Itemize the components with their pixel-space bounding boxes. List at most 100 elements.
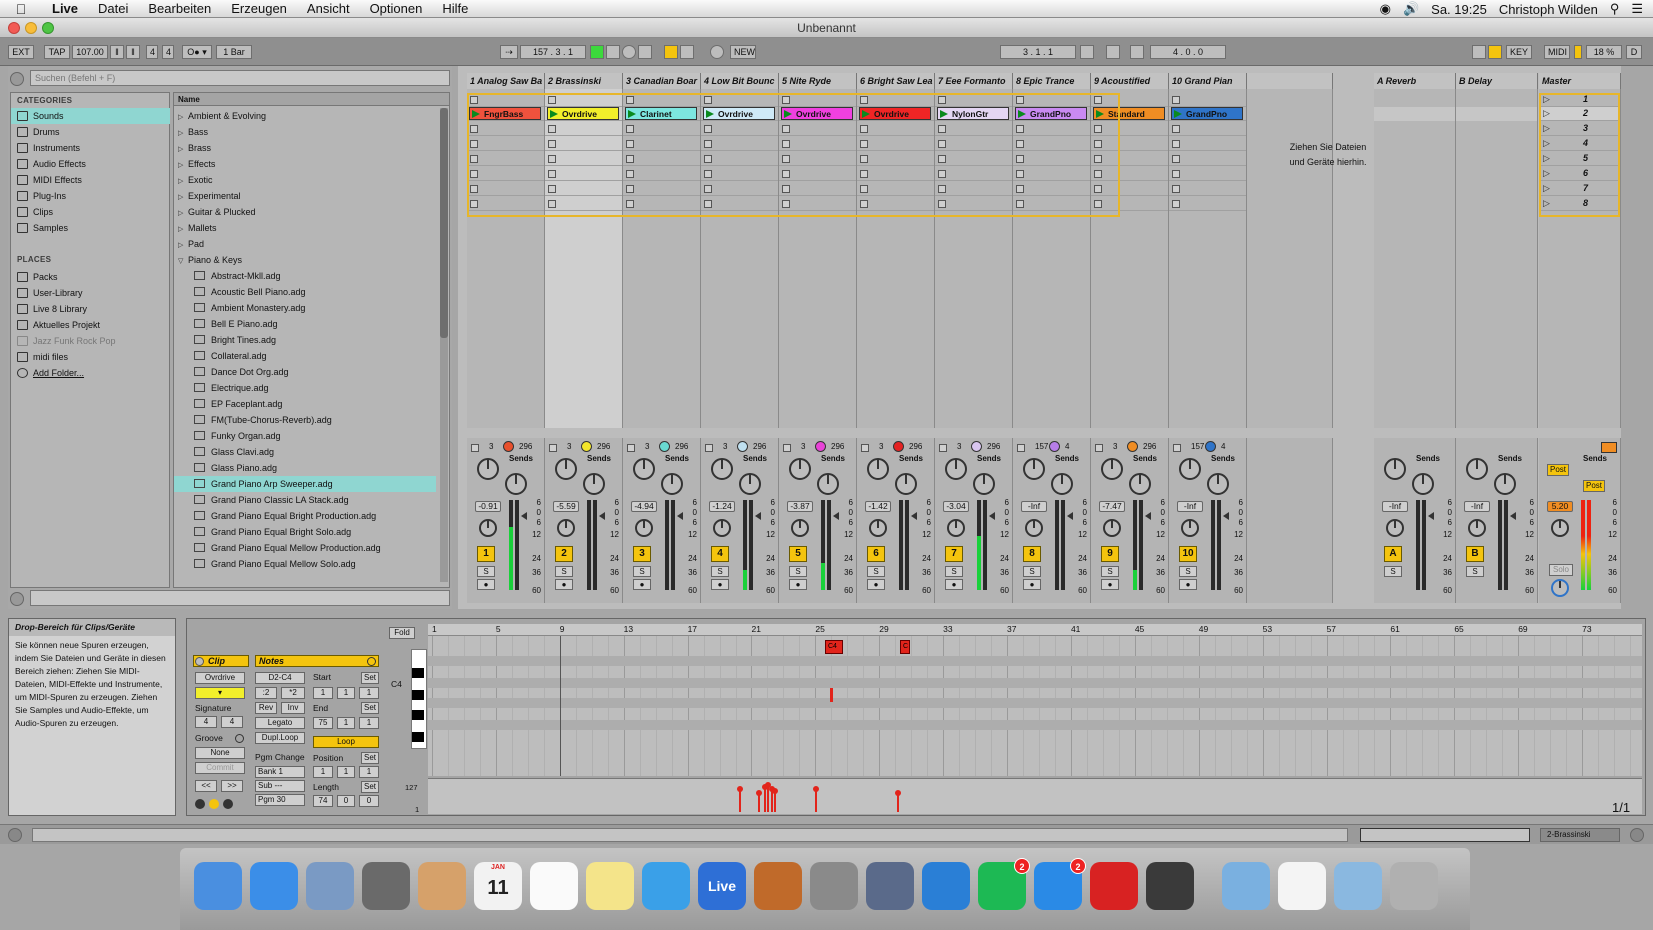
solo-button[interactable]: S [1179, 566, 1197, 577]
punch-in-icon[interactable] [1080, 45, 1094, 59]
place-current-project[interactable]: Aktuelles Projekt [11, 317, 170, 333]
volume-field[interactable]: -Inf [1382, 501, 1408, 512]
track-header[interactable]: 8 Epic Trance [1013, 73, 1091, 89]
pan-knob[interactable] [947, 519, 965, 537]
track-activator[interactable]: 1 [477, 546, 495, 562]
browser-scroll-thumb[interactable] [440, 108, 448, 338]
track-activator[interactable]: 4 [711, 546, 729, 562]
track-activator[interactable]: 2 [555, 546, 573, 562]
send-a-knob[interactable] [1384, 458, 1406, 480]
track-monitor-icon[interactable] [861, 444, 869, 452]
info-toggle-icon[interactable] [8, 828, 22, 842]
send-a-knob[interactable] [711, 458, 733, 480]
position-sixteenth[interactable]: 1 [359, 766, 379, 778]
new-button[interactable]: NEW [730, 45, 756, 59]
fold-button[interactable]: Fold [389, 627, 415, 639]
send-a-knob[interactable] [1023, 458, 1045, 480]
solo-button[interactable]: S [711, 566, 729, 577]
category-sounds[interactable]: Sounds [11, 108, 170, 124]
end-beat[interactable]: 1 [337, 717, 355, 729]
master-pan-knob[interactable] [1551, 519, 1569, 537]
arm-icon[interactable]: ● [633, 579, 651, 590]
return-slot[interactable] [1456, 107, 1537, 121]
play-button[interactable] [590, 45, 604, 59]
solo-button[interactable]: S [1466, 566, 1484, 577]
midi-note[interactable] [829, 688, 833, 702]
clip[interactable]: GrandPno [1171, 107, 1243, 120]
solo-button[interactable]: S [1023, 566, 1041, 577]
volume-field[interactable]: -4.94 [631, 501, 657, 512]
loop-button[interactable]: Loop [313, 736, 379, 748]
send-b-knob[interactable] [973, 473, 995, 495]
double-speed-button[interactable]: *2 [281, 687, 305, 699]
track-color-dot[interactable] [581, 441, 592, 452]
teamviewer-icon[interactable] [922, 862, 970, 910]
key-map-button[interactable]: KEY [1506, 45, 1532, 59]
solo-button[interactable]: S [477, 566, 495, 577]
menu-optionen[interactable]: Optionen [360, 1, 433, 16]
volume-fader-icon[interactable] [1428, 512, 1434, 520]
documents-folder-icon[interactable] [1334, 862, 1382, 910]
track-activator[interactable]: 10 [1179, 546, 1197, 562]
list-icon[interactable]: ☰ [1631, 1, 1643, 17]
send-a-knob[interactable] [633, 458, 655, 480]
volume-field[interactable]: -5.59 [553, 501, 579, 512]
clip-stop-icon[interactable] [1172, 96, 1180, 104]
automation-arm-icon[interactable] [664, 45, 678, 59]
volume-field[interactable]: -3.87 [787, 501, 813, 512]
browser-folder[interactable]: ▷ Mallets [178, 220, 440, 236]
category-plug-ins[interactable]: Plug-Ins [11, 188, 170, 204]
volume-field[interactable]: -1.24 [709, 501, 735, 512]
menu-hilfe[interactable]: Hilfe [432, 1, 478, 16]
add-folder-link[interactable]: Add Folder... [11, 365, 170, 381]
length-bar[interactable]: 74 [313, 795, 333, 807]
browser-folder[interactable]: ▽ Piano & Keys [178, 252, 440, 268]
minimize-button[interactable] [25, 22, 37, 34]
clip-activator-icon[interactable] [195, 657, 204, 666]
position-beat[interactable]: 1 [337, 766, 355, 778]
pan-knob[interactable] [635, 519, 653, 537]
nudge-down-icon[interactable]: ‖ [110, 45, 124, 59]
track-monitor-icon[interactable] [1173, 444, 1181, 452]
velocity-bar[interactable] [736, 786, 743, 812]
mail-icon[interactable] [306, 862, 354, 910]
send-b-knob[interactable] [739, 473, 761, 495]
place-packs[interactable]: Packs [11, 269, 170, 285]
clip-stop-icon[interactable] [1172, 200, 1180, 208]
volume-field[interactable]: -Inf [1021, 501, 1047, 512]
master-track-header[interactable]: Master [1539, 73, 1621, 89]
loop-start-field[interactable]: 3 . 1 . 1 [1000, 45, 1076, 59]
midi-note[interactable]: C [900, 640, 911, 654]
boot-camp-icon[interactable] [866, 862, 914, 910]
clip-slot[interactable] [1169, 137, 1246, 151]
velocity-bar[interactable] [755, 790, 762, 812]
draw-mode-icon[interactable] [1472, 45, 1486, 59]
send-a-knob[interactable] [555, 458, 577, 480]
pan-knob[interactable] [479, 519, 497, 537]
browser-file-item[interactable]: Grand Piano Equal Mellow Production.adg [174, 540, 436, 556]
applications-folder-icon[interactable] [1222, 862, 1270, 910]
place-user-library[interactable]: User-Library [11, 285, 170, 301]
track-color-dot[interactable] [1127, 441, 1138, 452]
sample-icon[interactable] [223, 799, 233, 809]
preview-bar[interactable] [30, 590, 450, 606]
browser-toggle-icon[interactable] [10, 72, 24, 86]
spotify-icon[interactable]: 2 [978, 858, 1030, 910]
browser-file-item[interactable]: Acoustic Bell Piano.adg [174, 284, 436, 300]
browser-file-item[interactable]: Funky Organ.adg [174, 428, 436, 444]
browser-file-item[interactable]: Grand Piano Equal Bright Production.adg [174, 508, 436, 524]
solo-button[interactable]: S [867, 566, 885, 577]
send-b-knob[interactable] [1129, 473, 1151, 495]
bank-selector[interactable]: Bank 1 [255, 766, 305, 778]
velocity-editor[interactable] [428, 778, 1642, 814]
loop-switch-icon[interactable] [1106, 45, 1120, 59]
browser-file-item[interactable]: Electrique.adg [174, 380, 436, 396]
itunes-icon[interactable] [642, 862, 690, 910]
arm-icon[interactable]: ● [867, 579, 885, 590]
midi-map-button[interactable]: MIDI [1544, 45, 1570, 59]
velocity-bar[interactable] [762, 784, 769, 812]
solo-button[interactable]: S [633, 566, 651, 577]
solo-button[interactable]: S [789, 566, 807, 577]
clip-slot[interactable] [1169, 93, 1246, 107]
reminders-icon[interactable] [530, 862, 578, 910]
